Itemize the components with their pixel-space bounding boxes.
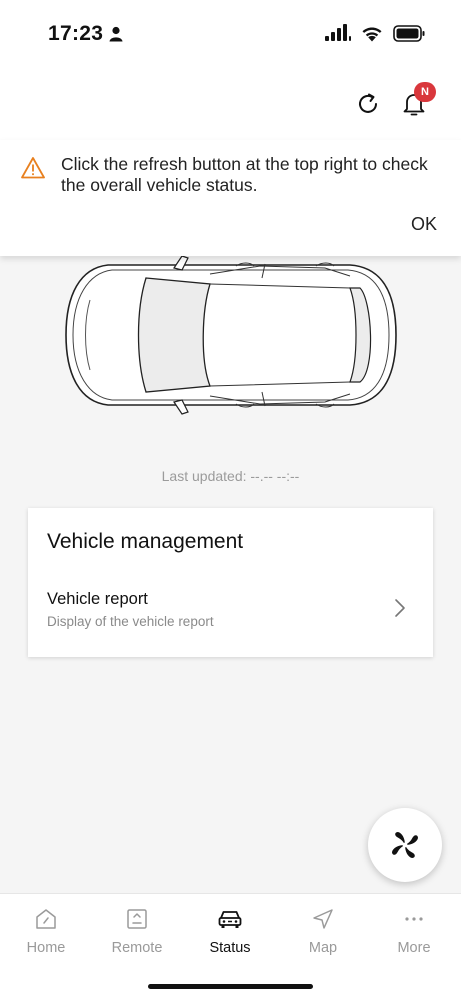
vehicle-report-item[interactable]: Vehicle report Display of the vehicle re… (28, 582, 433, 642)
climate-fab-button[interactable] (368, 808, 442, 882)
app-header: N (0, 70, 461, 140)
tab-map[interactable]: Map (283, 906, 363, 966)
refresh-button[interactable] (352, 88, 384, 120)
vehicle-report-title: Vehicle report (47, 590, 148, 608)
fan-icon (392, 832, 418, 858)
tab-map-label: Map (308, 940, 338, 956)
status-icons (325, 24, 425, 42)
home-indicator (148, 984, 313, 989)
navigation-icon (310, 906, 336, 932)
tab-more[interactable]: More (374, 906, 454, 966)
tab-status[interactable]: Status (190, 906, 270, 966)
banner-message: Click the refresh button at the top righ… (61, 154, 428, 195)
car-icon (217, 906, 243, 932)
clock: 17:23 (48, 22, 104, 45)
tab-home[interactable]: Home (6, 906, 86, 966)
tab-remote[interactable]: Remote (97, 906, 177, 966)
vehicle-report-subtitle: Display of the vehicle report (47, 614, 214, 629)
warning-icon (21, 157, 45, 179)
car-top-view-icon (65, 255, 397, 415)
status-time-group: 17:23 (48, 22, 123, 46)
status-bar: 17:23 (0, 0, 461, 70)
battery-icon (393, 24, 425, 42)
more-icon (401, 906, 427, 932)
notifications-button[interactable]: N (398, 82, 436, 120)
vehicle-management-card: Vehicle management Vehicle report Displa… (28, 508, 433, 657)
vehicle-illustration (50, 240, 410, 425)
home-icon (33, 906, 59, 932)
chevron-right-icon (395, 599, 405, 617)
person-icon (109, 26, 123, 42)
signal-icon (325, 24, 351, 41)
tab-home-label: Home (26, 940, 66, 956)
wifi-icon (362, 26, 382, 41)
vehicle-management-title: Vehicle management (47, 530, 244, 553)
tab-remote-label: Remote (111, 940, 163, 956)
last-updated-text: Last updated: --.-- --:-- (161, 468, 300, 484)
notification-badge: N (414, 82, 436, 102)
refresh-icon (359, 93, 377, 113)
tab-more-label: More (397, 940, 431, 956)
banner-ok-button[interactable]: OK (411, 214, 437, 235)
tab-status-label: Status (209, 940, 251, 956)
info-banner: Click the refresh button at the top righ… (0, 140, 461, 256)
remote-icon (124, 906, 150, 932)
